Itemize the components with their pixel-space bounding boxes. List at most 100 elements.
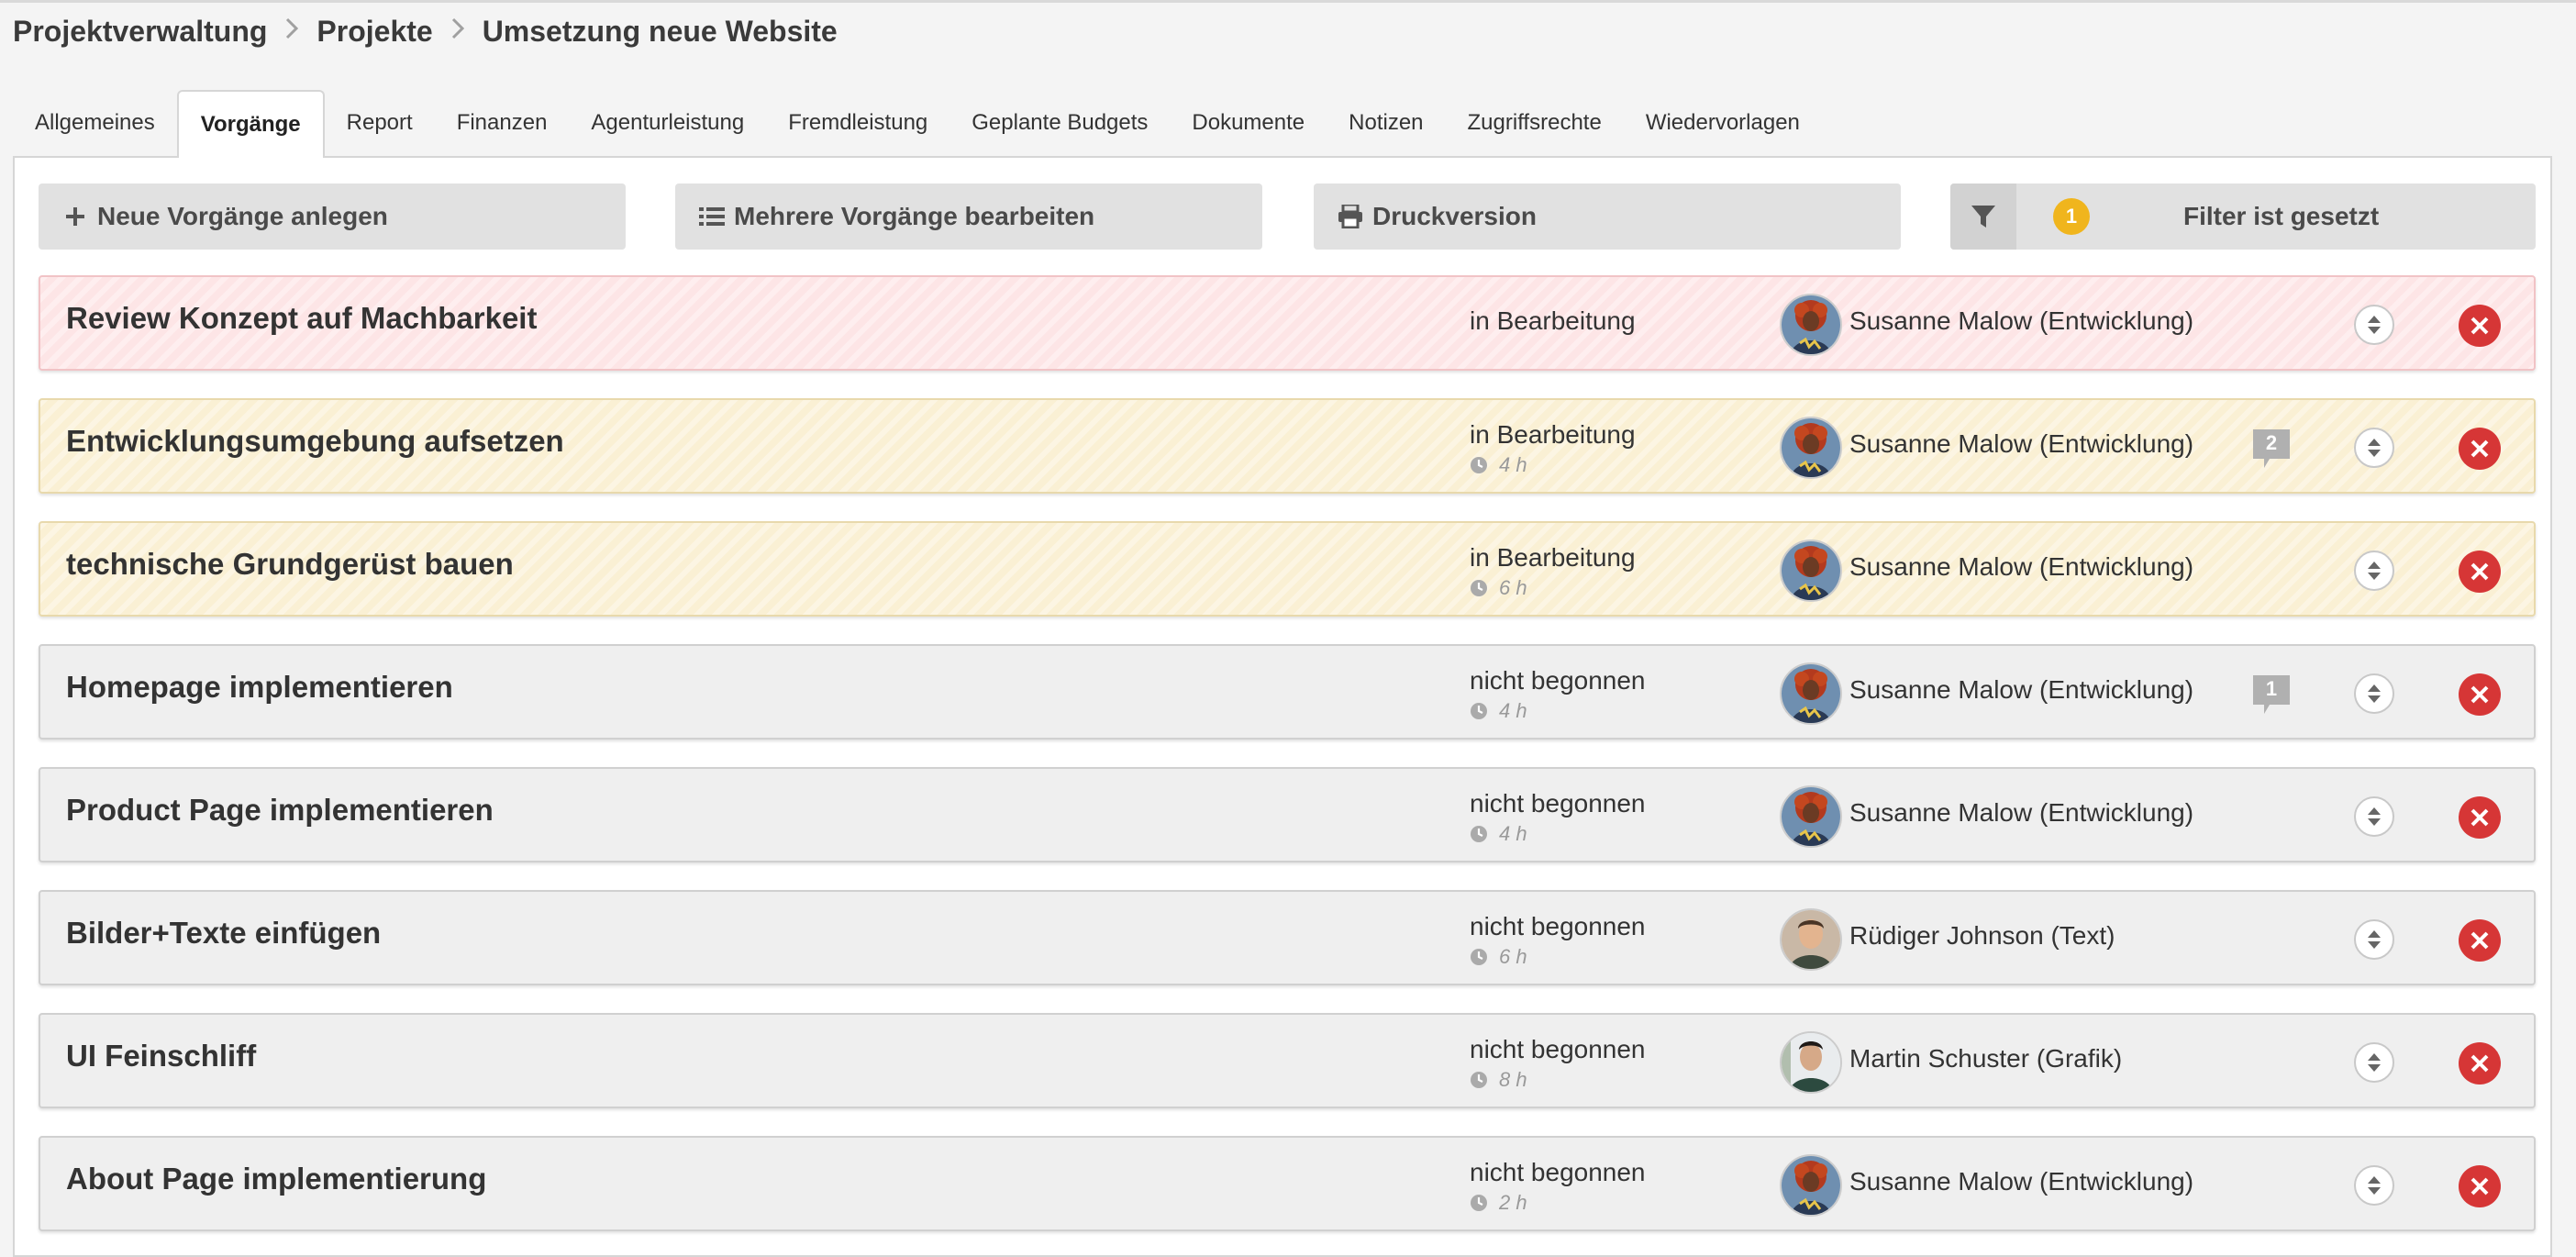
new-tasks-button[interactable]: Neue Vorgänge anlegen (39, 184, 626, 250)
delete-button[interactable] (2459, 551, 2501, 593)
task-hours-value: 4 h (1499, 453, 1527, 476)
close-icon (2471, 1177, 2489, 1196)
close-icon (2471, 439, 2489, 458)
task-hours: 8 h (1470, 1068, 1527, 1092)
task-title[interactable]: UI Feinschliff (66, 1039, 256, 1073)
task-title[interactable]: Bilder+Texte einfügen (66, 916, 381, 951)
clock-icon (1471, 949, 1487, 965)
delete-button[interactable] (2459, 1042, 2501, 1085)
edit-multiple-label: Mehrere Vorgänge bearbeiten (734, 202, 1095, 230)
clock-icon (1471, 1195, 1487, 1211)
delete-button[interactable] (2459, 673, 2501, 716)
sort-handle-icon[interactable] (2354, 305, 2394, 345)
task-status: nicht begonnen (1470, 789, 1646, 818)
close-icon (2471, 562, 2489, 581)
task-assignee[interactable]: Susanne Malow (Entwicklung) (1849, 306, 2193, 336)
task-assignee[interactable]: Susanne Malow (Entwicklung) (1849, 675, 2193, 705)
task-title[interactable]: Product Page implementieren (66, 793, 494, 828)
task-assignee[interactable]: Martin Schuster (Grafik) (1849, 1044, 2122, 1073)
task-title[interactable]: Review Konzept auf Machbarkeit (66, 301, 537, 336)
filter-count-badge: 1 (2053, 198, 2090, 235)
task-hours: 6 h (1470, 945, 1527, 969)
breadcrumb-projektverwaltung[interactable]: Projektverwaltung (13, 15, 267, 49)
task-assignee[interactable]: Susanne Malow (Entwicklung) (1849, 552, 2193, 582)
close-icon (2471, 1054, 2489, 1073)
task-title[interactable]: Entwicklungsumgebung aufsetzen (66, 424, 564, 459)
task-row[interactable]: Homepage implementieren nicht begonnen 4 … (39, 644, 2536, 740)
sort-handle-icon[interactable] (2354, 796, 2394, 837)
sort-handle-icon[interactable] (2354, 1165, 2394, 1206)
task-hours: 6 h (1470, 576, 1527, 600)
tab-dokumente[interactable]: Dokumente (1170, 90, 1327, 156)
clock-icon (1471, 703, 1487, 719)
breadcrumb: Projektverwaltung Projekte Umsetzung neu… (13, 11, 838, 51)
task-hours: 4 h (1470, 822, 1527, 846)
close-icon (2471, 931, 2489, 950)
task-hours-value: 4 h (1499, 699, 1527, 722)
avatar (1780, 1031, 1842, 1094)
task-row[interactable]: Product Page implementieren nicht begonne… (39, 767, 2536, 862)
tab-zugriffsrechte[interactable]: Zugriffsrechte (1446, 90, 1624, 156)
avatar (1780, 1154, 1842, 1217)
sort-handle-icon[interactable] (2354, 919, 2394, 960)
tab-finanzen[interactable]: Finanzen (435, 90, 570, 156)
task-hours-value: 6 h (1499, 945, 1527, 968)
print-button[interactable]: Druckversion (1314, 184, 1901, 250)
task-hours-value: 2 h (1499, 1191, 1527, 1214)
task-row[interactable]: Review Konzept auf Machbarkeit in Bearbei… (39, 275, 2536, 371)
task-title[interactable]: technische Grundgerüst bauen (66, 547, 514, 582)
task-hours: 4 h (1470, 453, 1527, 477)
tab-report[interactable]: Report (325, 90, 435, 156)
task-status: in Bearbeitung (1470, 420, 1636, 449)
close-icon (2471, 808, 2489, 827)
clock-icon (1471, 1072, 1487, 1088)
page-title: Umsetzung neue Website (482, 14, 838, 48)
task-assignee[interactable]: Susanne Malow (Entwicklung) (1849, 798, 2193, 828)
tab-allgemeines[interactable]: Allgemeines (13, 90, 177, 156)
avatar (1780, 417, 1842, 479)
task-status: in Bearbeitung (1470, 543, 1636, 572)
close-icon (2471, 685, 2489, 704)
task-assignee[interactable]: Susanne Malow (Entwicklung) (1849, 1167, 2193, 1196)
task-hours-value: 4 h (1499, 822, 1527, 845)
breadcrumb-projekte[interactable]: Projekte (316, 15, 432, 49)
task-title[interactable]: Homepage implementieren (66, 670, 453, 705)
edit-multiple-button[interactable]: Mehrere Vorgänge bearbeiten (675, 184, 1262, 250)
list-icon (697, 202, 727, 231)
tab-geplante-budgets[interactable]: Geplante Budgets (949, 90, 1170, 156)
task-row[interactable]: Entwicklungsumgebung aufsetzen in Bearbei… (39, 398, 2536, 494)
tab-agenturleistung[interactable]: Agenturleistung (569, 90, 766, 156)
delete-button[interactable] (2459, 1165, 2501, 1207)
avatar (1780, 540, 1842, 602)
comment-icon[interactable]: 1 (2251, 673, 2292, 717)
tab-notizen[interactable]: Notizen (1327, 90, 1445, 156)
avatar (1780, 294, 1842, 356)
delete-button[interactable] (2459, 919, 2501, 962)
sort-handle-icon[interactable] (2354, 428, 2394, 468)
task-row[interactable]: About Page implementierung nicht begonnen… (39, 1136, 2536, 1231)
task-row[interactable]: Bilder+Texte einfügen nicht begonnen 6 h … (39, 890, 2536, 985)
filter-button[interactable]: 1 Filter ist gesetzt (1950, 184, 2536, 250)
task-row[interactable]: technische Grundgerüst bauen in Bearbeitu… (39, 521, 2536, 617)
task-assignee[interactable]: Susanne Malow (Entwicklung) (1849, 429, 2193, 459)
clock-icon (1471, 580, 1487, 596)
delete-button[interactable] (2459, 305, 2501, 347)
sort-handle-icon[interactable] (2354, 551, 2394, 591)
tab-wiedervorlagen[interactable]: Wiedervorlagen (1624, 90, 1822, 156)
task-status: nicht begonnen (1470, 666, 1646, 695)
close-icon (2471, 317, 2489, 335)
sort-handle-icon[interactable] (2354, 1042, 2394, 1083)
tab-vorgaenge[interactable]: Vorgänge (176, 90, 325, 158)
print-label: Druckversion (1372, 202, 1537, 230)
top-border (0, 0, 2576, 3)
task-assignee[interactable]: Rüdiger Johnson (Text) (1849, 921, 2115, 951)
plus-icon (61, 202, 90, 231)
delete-button[interactable] (2459, 796, 2501, 839)
tab-fremdleistung[interactable]: Fremdleistung (766, 90, 949, 156)
task-title[interactable]: About Page implementierung (66, 1162, 486, 1196)
comment-icon[interactable]: 2 (2251, 428, 2292, 472)
delete-button[interactable] (2459, 428, 2501, 470)
chevron-right-icon (285, 16, 299, 47)
task-row[interactable]: UI Feinschliff nicht begonnen 8 h Martin … (39, 1013, 2536, 1108)
sort-handle-icon[interactable] (2354, 673, 2394, 714)
